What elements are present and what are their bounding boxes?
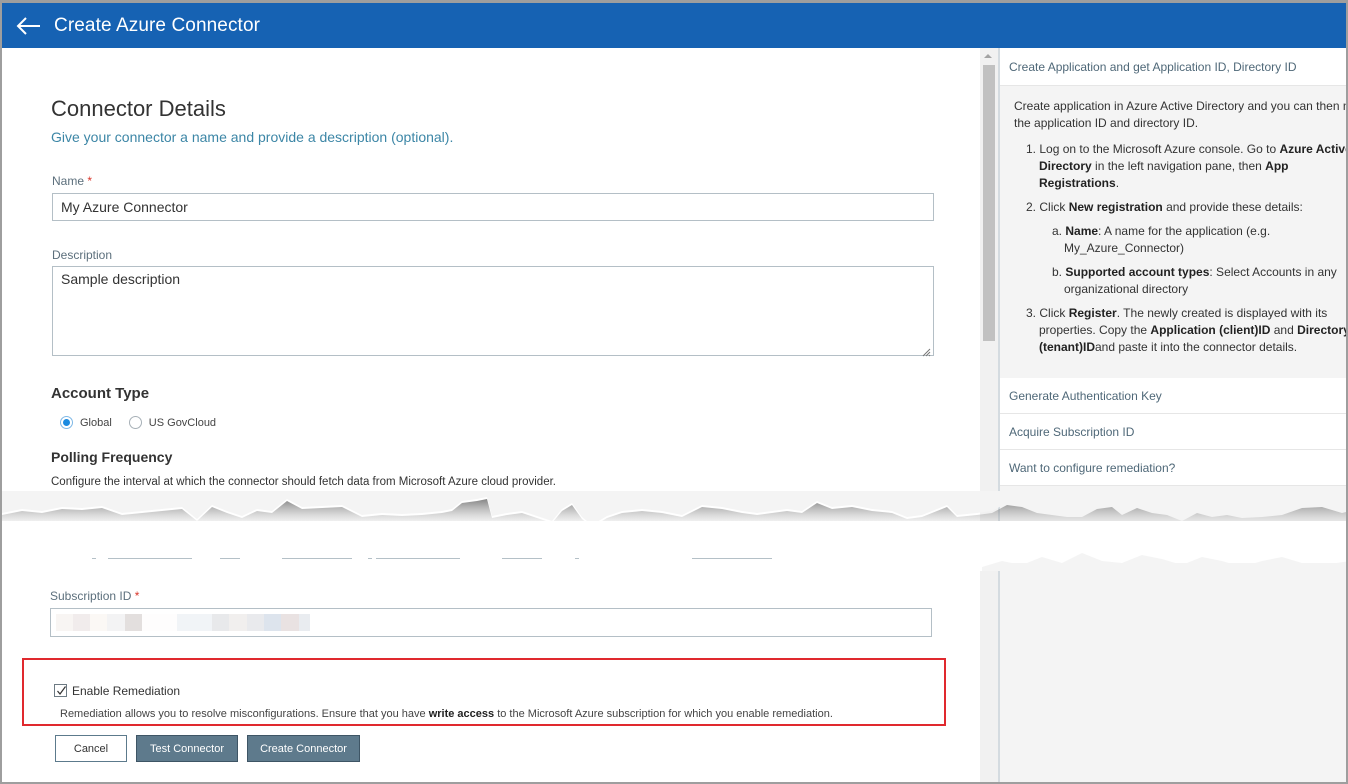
page-header: Create Azure Connector (2, 3, 1346, 48)
arrow-left-icon[interactable] (15, 16, 41, 36)
subscription-id-input[interactable] (50, 608, 932, 637)
help-section-title: Acquire Subscription ID (1009, 424, 1135, 439)
cancel-button[interactable]: Cancel (55, 735, 127, 762)
help-section-title: Create Application and get Application I… (1009, 59, 1297, 74)
help-section-create-application[interactable]: Create Application and get Application I… (1000, 48, 1346, 86)
subscription-id-label: Subscription ID * (50, 589, 139, 603)
enable-remediation-checkbox[interactable] (54, 684, 67, 697)
radio-us-govcloud-label: US GovCloud (148, 416, 217, 429)
name-label: Name * (52, 174, 92, 188)
help-section-title: Want to configure remediation? (1009, 460, 1176, 475)
help-section-acquire-subscription-id[interactable]: Acquire Subscription ID (1000, 414, 1346, 450)
description-textarea[interactable]: Sample description (52, 266, 934, 357)
section-heading-polling-frequency: Polling Frequency (51, 449, 173, 465)
test-connector-button[interactable]: Test Connector (136, 735, 238, 762)
remediation-note-text: Remediation allows you to resolve miscon… (60, 708, 429, 720)
name-label-text: Name (52, 174, 85, 188)
section-heading-account-type: Account Type (51, 385, 150, 402)
section-heading-connector-details: Connector Details (51, 96, 226, 121)
help-section-generate-auth-key[interactable]: Generate Authentication Key (1000, 378, 1346, 414)
name-input[interactable] (52, 193, 934, 221)
create-connector-button[interactable]: Create Connector (247, 735, 360, 762)
help-step-1: 1. Log on to the Microsoft Azure console… (1026, 142, 1348, 190)
page-title: Create Azure Connector (54, 14, 261, 36)
section-subtitle: Give your connector a name and provide a… (51, 129, 454, 145)
description-label: Description (52, 248, 113, 262)
polling-description: Configure the interval at which the conn… (51, 476, 556, 488)
radio-us-govcloud[interactable] (128, 416, 142, 429)
help-step-2a: a. Name: A name for the application (e.g… (1052, 224, 1271, 255)
subscription-id-label-text: Subscription ID (50, 589, 132, 603)
remediation-note-text: to the Microsoft Azure subscription for … (494, 708, 833, 720)
radio-global[interactable] (60, 416, 73, 429)
help-step-3: 3. Click Register. The newly created is … (1026, 306, 1348, 354)
help-step-2b: b. Supported account types: Select Accou… (1052, 265, 1337, 296)
help-step-2: 2. Click New registration and provide th… (1026, 200, 1303, 214)
remediation-highlight-box: Enable Remediation Remediation allows yo… (22, 658, 946, 726)
torn-edge-divider (2, 491, 1346, 571)
help-section-configure-remediation[interactable]: Want to configure remediation? (1000, 450, 1346, 486)
help-section-body: Create application in Azure Active Direc… (1000, 86, 1348, 378)
checkmark-icon (57, 686, 66, 695)
help-intro-line: the application ID and directory ID. (1014, 116, 1199, 130)
help-panel-lower (1000, 563, 1346, 782)
required-marker: * (87, 174, 93, 188)
app-window: Create Azure Connector Connector Details… (0, 0, 1348, 784)
account-type-radio-group: Global US GovCloud (60, 416, 216, 429)
radio-global-label: Global (80, 416, 112, 429)
redacted-value (56, 614, 310, 631)
scroll-thumb[interactable] (983, 65, 995, 341)
required-marker: * (134, 589, 140, 603)
remediation-note: Remediation allows you to resolve miscon… (60, 708, 833, 720)
resize-grip-icon[interactable] (922, 344, 931, 357)
scrollbar-track-lower[interactable] (980, 571, 998, 782)
description-value: Sample description (61, 271, 181, 287)
help-intro: Create application in Azure Active Direc… (1014, 98, 1348, 132)
remediation-note-bold: write access (428, 708, 495, 720)
help-section-title: Generate Authentication Key (1009, 388, 1162, 403)
scroll-up-arrow-icon[interactable] (984, 54, 992, 58)
help-intro-line: Create application in Azure Active Direc… (1014, 99, 1348, 113)
enable-remediation-label: Enable Remediation (72, 684, 181, 698)
